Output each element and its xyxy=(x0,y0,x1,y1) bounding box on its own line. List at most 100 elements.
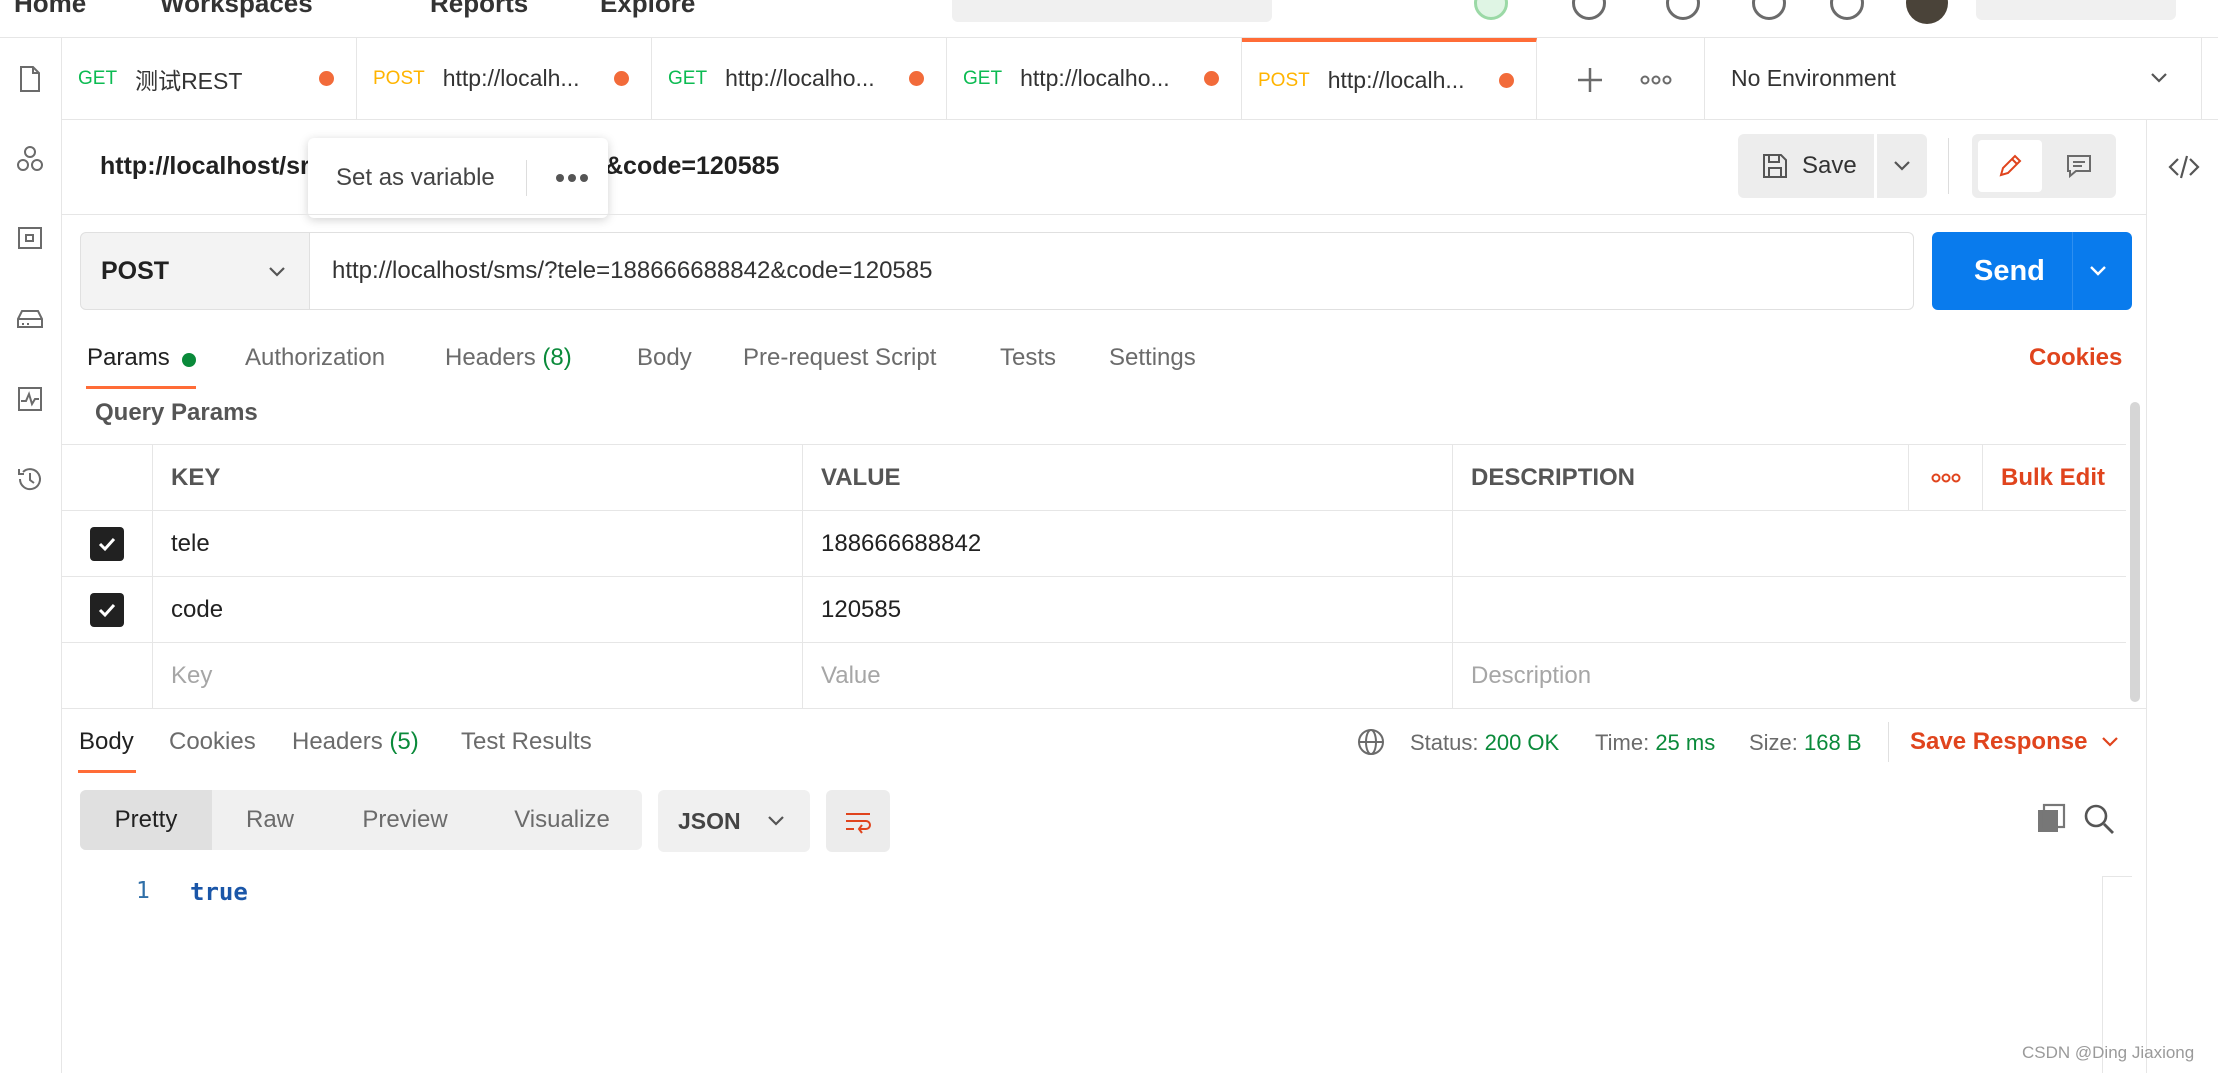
new-description-input[interactable]: Description xyxy=(1452,643,2126,708)
response-tab-cookies[interactable]: Cookies xyxy=(169,728,256,756)
response-tab-headers[interactable]: Headers (5) xyxy=(292,728,419,756)
format-visualize[interactable]: Visualize xyxy=(482,790,642,850)
param-key-cell[interactable]: code xyxy=(152,577,802,642)
param-description-cell[interactable] xyxy=(1452,577,2126,642)
nav-reports[interactable]: Reports xyxy=(430,0,528,19)
tab-tests[interactable]: Tests xyxy=(1000,344,1056,372)
tab-name: http://localho... xyxy=(725,65,875,91)
save-button[interactable]: Save xyxy=(1738,134,1874,198)
apis-icon[interactable] xyxy=(7,136,53,182)
unsaved-dot-icon xyxy=(1499,73,1514,88)
tab-params[interactable]: Params xyxy=(87,344,170,372)
divider xyxy=(1888,722,1889,762)
cookies-link[interactable]: Cookies xyxy=(2029,344,2122,372)
edit-mode-button[interactable] xyxy=(1978,140,2042,192)
time-readout[interactable]: Time: 25 ms xyxy=(1595,730,1715,756)
invite-icon[interactable] xyxy=(1572,0,1606,20)
url-input[interactable] xyxy=(310,232,1914,310)
add-tab-icon[interactable] xyxy=(1570,60,1610,100)
response-headers-label: Headers xyxy=(292,728,383,755)
comment-icon xyxy=(2067,155,2091,179)
request-tab[interactable]: GET http://localho... xyxy=(947,38,1242,119)
size-readout[interactable]: Size: 168 B xyxy=(1749,730,1862,756)
comments-button[interactable] xyxy=(2048,140,2110,192)
code-snippet-icon[interactable] xyxy=(2167,150,2201,184)
params-scrollbar[interactable] xyxy=(2130,402,2140,702)
param-description-cell[interactable] xyxy=(1452,511,2126,576)
watermark: CSDN @Ding Jiaxiong xyxy=(2022,1043,2195,1062)
environment-selector[interactable]: No Environment xyxy=(1704,38,2202,119)
query-params-title: Query Params xyxy=(95,399,258,426)
format-preview[interactable]: Preview xyxy=(328,790,482,850)
nav-explore[interactable]: Explore xyxy=(600,0,695,19)
table-row-new: Key Value Description xyxy=(62,642,2126,708)
nav-workspaces[interactable]: Workspaces xyxy=(160,0,313,19)
response-tab-body[interactable]: Body xyxy=(79,728,134,756)
param-key-cell[interactable]: tele xyxy=(152,511,802,576)
upgrade-button[interactable] xyxy=(1976,0,2176,20)
wrap-lines-button[interactable] xyxy=(826,790,890,852)
nav-home[interactable]: Home xyxy=(14,0,86,19)
save-response-button[interactable]: Save Response xyxy=(1910,728,2087,756)
mock-servers-icon[interactable] xyxy=(7,296,53,342)
send-options-chevron-icon[interactable] xyxy=(2086,259,2110,283)
request-tab[interactable]: POST http://localh... xyxy=(357,38,652,119)
tab-method: POST xyxy=(373,67,425,89)
format-pretty[interactable]: Pretty xyxy=(80,790,212,850)
language-select[interactable]: JSON xyxy=(658,790,810,852)
globe-icon[interactable] xyxy=(1356,727,1386,757)
method-select[interactable]: POST xyxy=(80,232,310,310)
request-tab[interactable]: GET http://localho... xyxy=(652,38,947,119)
tab-settings[interactable]: Settings xyxy=(1109,344,1196,372)
chevron-down-icon[interactable] xyxy=(2098,730,2122,754)
new-key-input[interactable]: Key xyxy=(152,643,802,708)
save-dropdown-button[interactable] xyxy=(1877,134,1927,198)
tab-body[interactable]: Body xyxy=(637,344,692,372)
collections-icon[interactable] xyxy=(7,56,53,102)
global-search[interactable] xyxy=(952,0,1272,22)
search-icon[interactable] xyxy=(2082,802,2116,836)
param-value-cell[interactable]: 188666688842 xyxy=(802,511,1452,576)
avatar[interactable] xyxy=(1906,0,1948,24)
request-tab-bar: GET 测试REST POST http://localh... GET htt… xyxy=(62,38,2218,120)
status-readout[interactable]: Status: 200 OK xyxy=(1410,730,1559,756)
format-raw[interactable]: Raw xyxy=(212,790,328,850)
size-value: 168 B xyxy=(1804,730,1862,755)
tab-headers[interactable]: Headers (8) xyxy=(445,344,572,372)
row-checkbox[interactable] xyxy=(62,577,152,642)
new-value-input[interactable]: Value xyxy=(802,643,1452,708)
divider xyxy=(62,708,2146,709)
table-row: code 120585 xyxy=(62,576,2126,642)
bell-icon[interactable] xyxy=(1830,0,1864,20)
request-title[interactable]: http://localhost/sr &code=120585 xyxy=(100,152,779,181)
row-checkbox[interactable] xyxy=(62,511,152,576)
response-format-toggle: Pretty Raw Preview Visualize xyxy=(80,790,642,850)
set-as-variable-button[interactable]: Set as variable xyxy=(336,164,495,192)
monitors-icon[interactable] xyxy=(7,376,53,422)
request-tab[interactable]: GET 测试REST xyxy=(62,38,357,119)
right-sidebar xyxy=(2146,120,2218,1073)
request-tab-active[interactable]: POST http://localh... xyxy=(1242,38,1537,119)
sync-status-icon[interactable] xyxy=(1474,0,1508,20)
tab-name: 测试REST xyxy=(135,67,243,94)
save-icon xyxy=(1763,154,1787,178)
tab-prerequest-script[interactable]: Pre-request Script xyxy=(743,344,936,372)
response-tab-test-results[interactable]: Test Results xyxy=(461,728,592,756)
notifications-icon[interactable] xyxy=(1752,0,1786,20)
settings-icon[interactable] xyxy=(1666,0,1700,20)
more-tabs-icon[interactable] xyxy=(1636,60,1676,100)
bulk-edit-button[interactable]: Bulk Edit xyxy=(1982,445,2126,510)
tab-headers-label: Headers xyxy=(445,344,536,371)
response-headers-count: (5) xyxy=(389,728,419,755)
tab-authorization[interactable]: Authorization xyxy=(245,344,385,372)
active-tab-indicator xyxy=(78,770,136,773)
more-options-icon[interactable] xyxy=(552,166,592,190)
top-navigation: Home Workspaces Reports Explore xyxy=(0,0,2218,38)
param-value-cell[interactable]: 120585 xyxy=(802,577,1452,642)
response-body-value[interactable]: true xyxy=(190,878,248,906)
time-value: 25 ms xyxy=(1655,730,1716,755)
table-options-button[interactable] xyxy=(1908,445,1982,510)
copy-icon[interactable] xyxy=(2034,802,2068,836)
environments-icon[interactable] xyxy=(7,216,53,262)
history-icon[interactable] xyxy=(7,456,53,502)
